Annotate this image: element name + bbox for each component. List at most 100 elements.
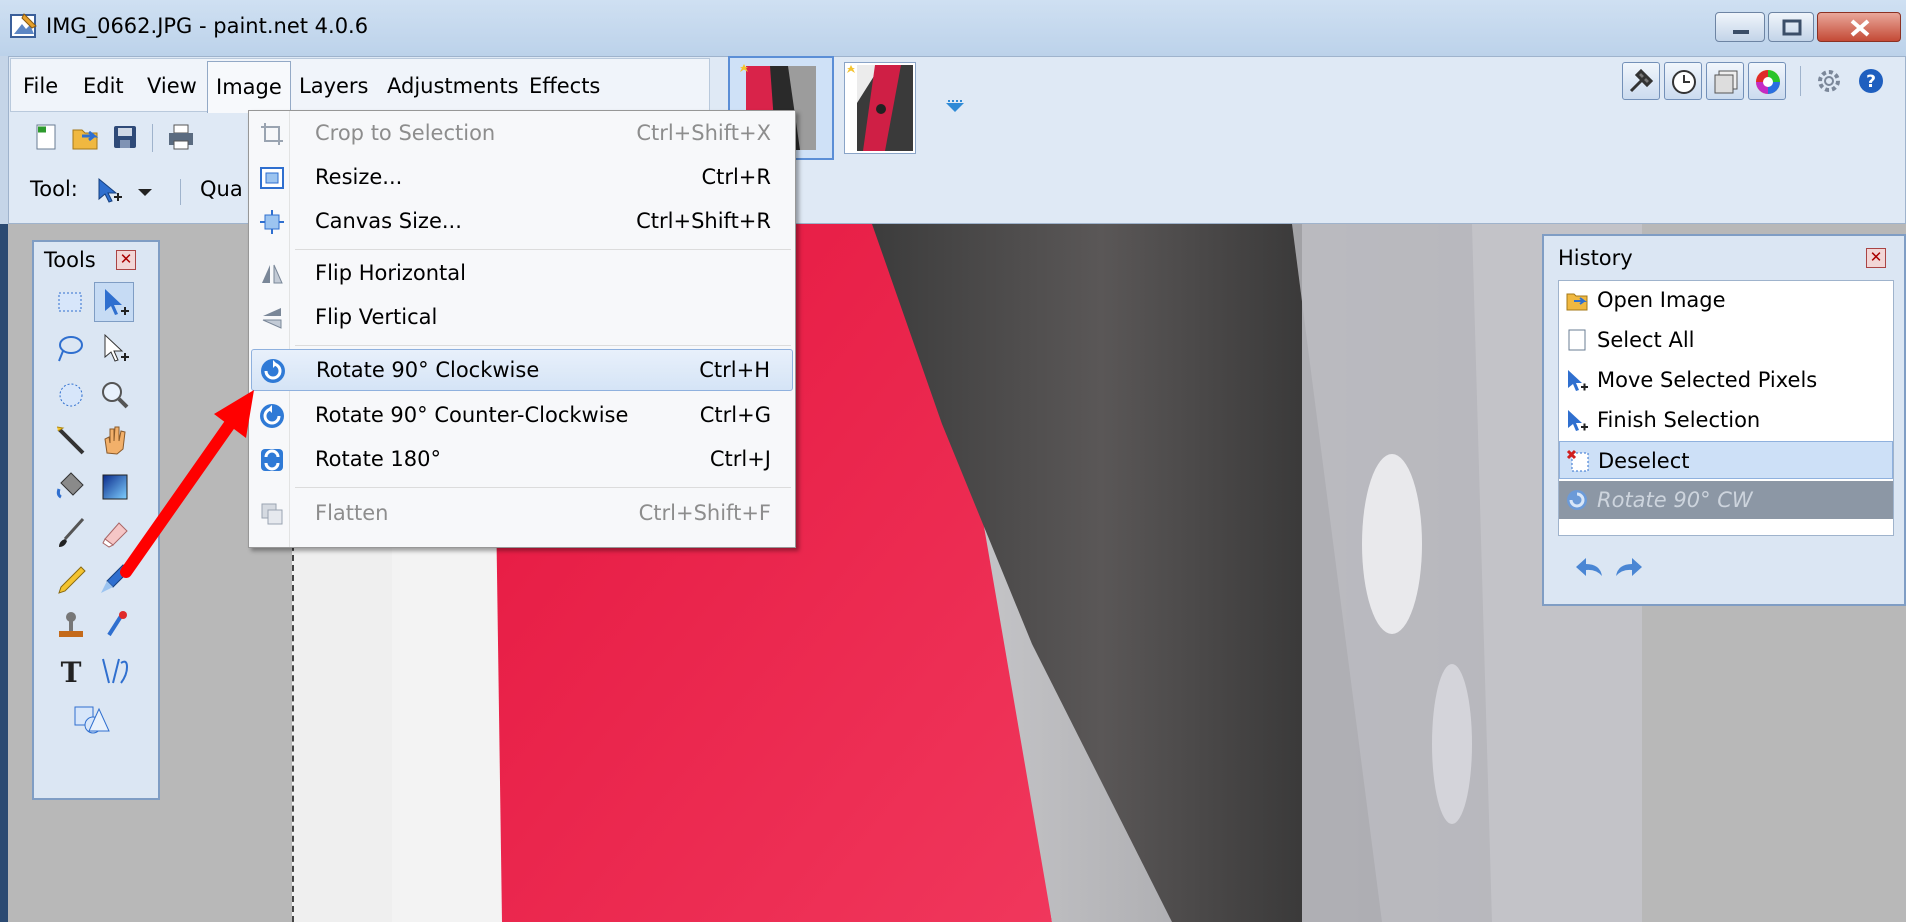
move-selected-pixels-tool[interactable] [94,282,134,322]
clone-stamp-tool[interactable] [50,604,90,644]
save-icon[interactable] [110,122,140,152]
menu-item-label: Flip Vertical [315,305,438,329]
menu-item-rotate-90-counter-clockwise[interactable]: Rotate 90° Counter-Clockwise Ctrl+G [251,395,793,437]
history-item-deselect[interactable]: Deselect [1559,441,1893,479]
paintnet-app-icon [10,13,37,38]
maximize-button[interactable] [1768,12,1814,42]
redo-arrow-icon[interactable] [1612,552,1646,582]
history-item-rotate-90-cw[interactable]: Rotate 90° CW [1559,481,1893,519]
thumbnail-list-chevron-icon[interactable] [944,99,966,115]
flip-horizontal-icon [262,264,283,284]
shapes-tool[interactable] [70,698,110,738]
move-selection-tool[interactable] [94,328,134,368]
menu-item-shortcut: Ctrl+Shift+X [636,121,771,145]
menu-layers[interactable]: Layers [291,69,377,103]
rectangle-select-tool[interactable] [50,282,90,322]
menu-item-shortcut: Ctrl+G [699,403,771,427]
color-wheel-icon [1756,70,1780,94]
crop-icon [261,123,283,145]
paint-bucket-tool[interactable] [50,466,90,506]
close-icon [1850,19,1870,37]
menu-item-label: Rotate 90° Counter-Clockwise [315,403,629,427]
pencil-icon [58,566,86,594]
minimize-button[interactable] [1715,12,1765,42]
paintbrush-tool[interactable] [50,512,90,552]
menu-file[interactable]: File [15,69,66,103]
menu-item-label: Canvas Size... [315,209,462,233]
history-window-toggle[interactable] [1664,62,1702,100]
history-item-label: Finish Selection [1597,408,1761,432]
menu-separator [295,487,791,488]
image-thumbnail[interactable] [844,62,916,154]
history-item-finish-selection[interactable]: Finish Selection [1559,401,1893,439]
menu-item-shortcut: Ctrl+H [699,358,770,382]
print-icon[interactable] [166,122,196,152]
toolbar-divider [152,124,153,152]
chevron-down-icon[interactable] [130,177,160,207]
recolor-tool[interactable] [94,604,134,644]
menu-item-resize[interactable]: Resize... Ctrl+R [251,157,793,199]
magic-wand-tool[interactable] [50,420,90,460]
menu-edit[interactable]: Edit [75,69,132,103]
menu-item-shortcut: Ctrl+J [709,447,771,471]
gear-icon[interactable] [1814,66,1844,96]
history-item-label: Move Selected Pixels [1597,368,1818,392]
menu-item-label: Flatten [315,501,389,525]
menu-effects[interactable]: Effects [521,69,608,103]
menu-item-label: Flip Horizontal [315,261,466,285]
menu-item-flatten[interactable]: Flatten Ctrl+Shift+F [251,493,793,535]
history-item-select-all[interactable]: Select All [1559,321,1893,359]
menu-item-shortcut: Ctrl+Shift+R [636,209,771,233]
menu-item-rotate-90-clockwise[interactable]: Rotate 90° Clockwise Ctrl+H [251,349,793,391]
line-curve-icon [102,658,129,684]
menu-image[interactable]: Image [207,61,291,113]
history-item-move-selected-pixels[interactable]: Move Selected Pixels [1559,361,1893,399]
lasso-icon [58,336,83,362]
undo-arrow-icon[interactable] [1572,552,1606,582]
menu-item-label: Crop to Selection [315,121,496,145]
menu-item-flip-vertical[interactable]: Flip Vertical [251,297,793,339]
hammer-icon [1629,68,1654,93]
menu-item-label: Rotate 180° [315,447,442,471]
quality-label: Qua [200,177,243,201]
menu-item-canvas-size[interactable]: Canvas Size... Ctrl+Shift+R [251,201,793,243]
tools-panel-close-button[interactable]: ✕ [116,250,136,270]
tools-panel-title: Tools [44,248,96,272]
layers-icon [1714,70,1738,94]
text-icon: T [61,656,82,689]
paintbrush-icon [59,517,85,547]
help-icon[interactable]: ? [1856,66,1886,96]
menu-separator [295,249,791,250]
pencil-tool[interactable] [50,558,90,598]
deselect-icon [1566,449,1589,472]
toolbar-divider [1800,66,1801,96]
move-selection-tool-icon[interactable] [94,175,124,205]
menu-item-rotate-180[interactable]: Rotate 180° Ctrl+J [251,439,793,481]
colors-window-toggle[interactable] [1748,62,1786,100]
toolbar-divider [180,179,181,205]
tool-toolbar: Tool: Qua [10,165,250,215]
text-tool[interactable]: T [50,650,90,690]
minimize-icon [1733,30,1749,34]
close-window-button[interactable] [1817,12,1901,42]
history-panel-title: History [1558,246,1633,270]
open-folder-icon[interactable] [70,122,100,152]
layers-window-toggle[interactable] [1706,62,1744,100]
move-selection-icon [1568,370,1588,391]
line-curve-tool[interactable] [94,650,134,690]
menu-adjustments[interactable]: Adjustments [379,69,527,103]
move-selection-outline-icon [104,333,129,362]
history-panel-close-button[interactable]: ✕ [1866,248,1886,268]
history-item-label: Open Image [1597,288,1726,312]
ellipse-select-tool[interactable] [50,374,90,414]
tools-window-toggle[interactable] [1622,62,1660,100]
menu-item-flip-horizontal[interactable]: Flip Horizontal [251,253,793,295]
new-file-icon[interactable] [32,122,62,152]
annotation-arrow [120,390,254,578]
menu-item-crop-to-selection[interactable]: Crop to Selection Ctrl+Shift+X [251,113,793,155]
menu-view[interactable]: View [139,69,205,103]
clock-icon [1672,70,1696,94]
history-item-open-image[interactable]: Open Image [1559,281,1893,319]
lasso-select-tool[interactable] [50,328,90,368]
history-item-label: Rotate 90° CW [1597,488,1753,512]
